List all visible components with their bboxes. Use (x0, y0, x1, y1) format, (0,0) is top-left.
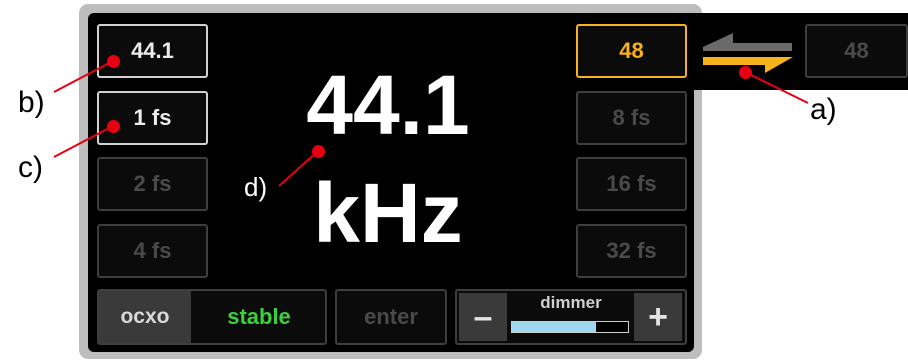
ocxo-status: stable (227, 304, 291, 329)
dimmer-minus-button[interactable]: – (459, 293, 507, 341)
rate-16fs-button[interactable]: 16 fs (576, 157, 687, 211)
dimmer-label: dimmer (540, 293, 602, 312)
annotation-c: c) (18, 151, 43, 184)
rate-8fs-button[interactable]: 8 fs (576, 91, 687, 145)
rate-44-1-button[interactable]: 44.1 (97, 24, 208, 78)
dimmer-slider[interactable] (511, 321, 629, 333)
rate-4fs-button[interactable]: 4 fs (97, 224, 208, 278)
rate-48-button[interactable]: 48 (576, 24, 687, 78)
sample-rate-unit: kHz (313, 166, 463, 260)
enter-button[interactable]: enter (335, 289, 447, 345)
dimmer-level-fill (512, 322, 596, 332)
marker-d (312, 145, 325, 158)
external-rate-48-button[interactable]: 48 (805, 24, 908, 78)
rate-32fs-button[interactable]: 32 fs (576, 224, 687, 278)
rate-2fs-button[interactable]: 2 fs (97, 157, 208, 211)
dimmer-plus-button[interactable]: + (634, 293, 682, 341)
rate-1fs-button[interactable]: 1 fs (97, 91, 208, 145)
sample-rate-value: 44.1 (306, 58, 470, 152)
annotation-d: d) (244, 172, 268, 202)
annotation-a: a) (810, 93, 837, 126)
ocxo-label: ocxo (99, 291, 191, 343)
marker-a (739, 66, 752, 79)
marker-c (107, 120, 120, 133)
annotation-b: b) (18, 86, 45, 119)
marker-b (107, 55, 120, 68)
